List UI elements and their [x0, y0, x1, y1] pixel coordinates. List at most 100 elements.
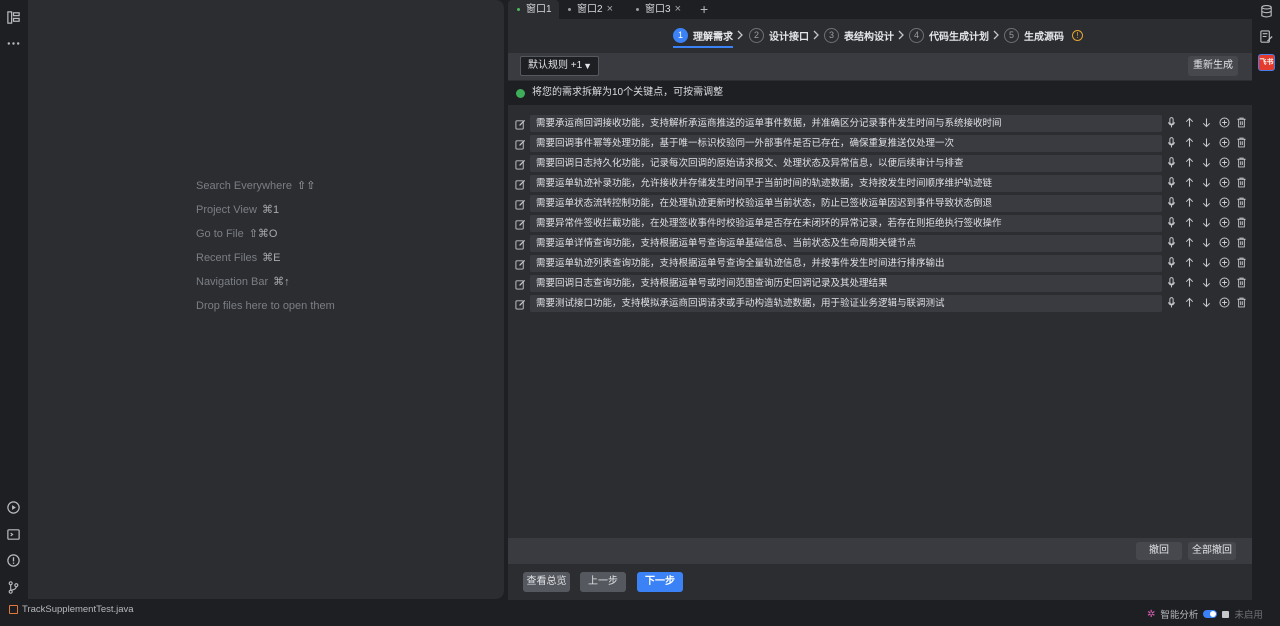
mic-icon[interactable] [1165, 296, 1179, 310]
tab-window-3[interactable]: 窗口3 × [636, 0, 681, 19]
git-branch-icon[interactable] [6, 580, 21, 595]
mic-icon[interactable] [1165, 176, 1179, 190]
status-file[interactable]: TrackSupplementTest.java [9, 604, 134, 615]
step-4[interactable]: 4 代码生成计划 [909, 24, 989, 46]
add-circle-icon[interactable] [1218, 156, 1232, 170]
add-tab-icon[interactable]: + [700, 0, 708, 18]
arrow-down-icon[interactable] [1200, 196, 1214, 210]
trash-icon[interactable] [1235, 156, 1249, 170]
undo-all-button[interactable]: 全部撤回 [1188, 542, 1236, 560]
run-icon[interactable] [6, 500, 21, 515]
edit-icon[interactable] [515, 237, 526, 250]
add-circle-icon[interactable] [1218, 116, 1232, 130]
edit-icon[interactable] [515, 277, 526, 290]
add-circle-icon[interactable] [1218, 276, 1232, 290]
step-5[interactable]: 5 生成源码 [1004, 24, 1064, 46]
arrow-down-icon[interactable] [1200, 176, 1214, 190]
arrow-down-icon[interactable] [1200, 216, 1214, 230]
trash-icon[interactable] [1235, 256, 1249, 270]
problems-icon[interactable] [6, 553, 21, 568]
next-step-button[interactable]: 下一步 [637, 572, 683, 592]
mic-icon[interactable] [1165, 116, 1179, 130]
arrow-down-icon[interactable] [1200, 296, 1214, 310]
add-circle-icon[interactable] [1218, 216, 1232, 230]
arrow-up-icon[interactable] [1183, 116, 1197, 130]
mic-icon[interactable] [1165, 256, 1179, 270]
arrow-up-icon[interactable] [1183, 216, 1197, 230]
trash-icon[interactable] [1235, 196, 1249, 210]
arrow-down-icon[interactable] [1200, 236, 1214, 250]
trash-icon[interactable] [1235, 216, 1249, 230]
notes-edit-icon[interactable] [1259, 29, 1274, 44]
mic-icon[interactable] [1165, 156, 1179, 170]
arrow-down-icon[interactable] [1200, 116, 1214, 130]
arrow-up-icon[interactable] [1183, 296, 1197, 310]
previous-step-button[interactable]: 上一步 [580, 572, 626, 592]
arrow-down-icon[interactable] [1200, 256, 1214, 270]
mic-icon[interactable] [1165, 136, 1179, 150]
arrow-up-icon[interactable] [1183, 236, 1197, 250]
ai-analysis-toggle[interactable] [1203, 610, 1218, 618]
step-1[interactable]: 1 理解需求 [673, 24, 733, 48]
requirement-text-field[interactable]: 需要运单轨迹补录功能，允许接收并存储发生时间早于当前时间的轨迹数据，支持按发生时… [530, 175, 1162, 192]
database-icon[interactable] [1259, 4, 1274, 19]
mic-icon[interactable] [1165, 196, 1179, 210]
requirement-text-field[interactable]: 需要异常件签收拦截功能，在处理签收事件时校验运单是否存在未闭环的异常记录，若存在… [530, 215, 1162, 232]
mic-icon[interactable] [1165, 236, 1179, 250]
trash-icon[interactable] [1235, 236, 1249, 250]
terminal-icon[interactable] [6, 527, 21, 542]
requirement-text-field[interactable]: 需要运单状态流转控制功能，在处理轨迹更新时校验运单当前状态，防止已签收运单因迟到… [530, 195, 1162, 212]
add-circle-icon[interactable] [1218, 236, 1232, 250]
edit-icon[interactable] [515, 117, 526, 130]
edit-icon[interactable] [515, 257, 526, 270]
trash-icon[interactable] [1235, 276, 1249, 290]
add-circle-icon[interactable] [1218, 296, 1232, 310]
tab-window-1[interactable]: 窗口1 [508, 0, 559, 19]
arrow-up-icon[interactable] [1183, 136, 1197, 150]
trash-icon[interactable] [1235, 136, 1249, 150]
arrow-up-icon[interactable] [1183, 156, 1197, 170]
step-2[interactable]: 2 设计接口 [749, 24, 809, 46]
edit-icon[interactable] [515, 177, 526, 190]
more-icon[interactable] [6, 36, 21, 51]
requirement-text-field[interactable]: 需要运单轨迹列表查询功能，支持根据运单号查询全量轨迹信息，并按事件发生时间进行排… [530, 255, 1162, 272]
info-icon[interactable]: ! [1072, 30, 1083, 41]
trash-icon[interactable] [1235, 116, 1249, 130]
arrow-down-icon[interactable] [1200, 276, 1214, 290]
add-circle-icon[interactable] [1218, 176, 1232, 190]
project-icon[interactable] [6, 10, 21, 25]
edit-icon[interactable] [515, 137, 526, 150]
requirement-text-field[interactable]: 需要承运商回调接收功能，支持解析承运商推送的运单事件数据，并准确区分记录事件发生… [530, 115, 1162, 132]
arrow-down-icon[interactable] [1200, 136, 1214, 150]
add-circle-icon[interactable] [1218, 256, 1232, 270]
requirement-text-field[interactable]: 需要回调日志查询功能，支持根据运单号或时间范围查询历史回调记录及其处理结果 [530, 275, 1162, 292]
mic-icon[interactable] [1165, 276, 1179, 290]
step-3[interactable]: 3 表结构设计 [824, 24, 894, 46]
edit-icon[interactable] [515, 217, 526, 230]
arrow-up-icon[interactable] [1183, 196, 1197, 210]
add-circle-icon[interactable] [1218, 196, 1232, 210]
trash-icon[interactable] [1235, 176, 1249, 190]
requirement-text-field[interactable]: 需要测试接口功能，支持模拟承运商回调请求或手动构造轨迹数据，用于验证业务逻辑与联… [530, 295, 1162, 312]
arrow-up-icon[interactable] [1183, 256, 1197, 270]
close-icon[interactable]: × [675, 3, 681, 15]
edit-icon[interactable] [515, 297, 526, 310]
overview-button[interactable]: 查看总览 [523, 572, 570, 592]
add-circle-icon[interactable] [1218, 136, 1232, 150]
undo-button[interactable]: 撤回 [1136, 542, 1182, 560]
requirement-text-field[interactable]: 需要回调事件幂等处理功能，基于唯一标识校验同一外部事件是否已存在，确保重复推送仅… [530, 135, 1162, 152]
mic-icon[interactable] [1165, 216, 1179, 230]
close-icon[interactable]: × [607, 3, 613, 15]
requirement-text-field[interactable]: 需要运单详情查询功能，支持根据运单号查询运单基础信息、当前状态及生命周期关键节点 [530, 235, 1162, 252]
trash-icon[interactable] [1235, 296, 1249, 310]
edit-icon[interactable] [515, 157, 526, 170]
arrow-up-icon[interactable] [1183, 176, 1197, 190]
regenerate-button[interactable]: 重新生成 [1188, 56, 1238, 76]
arrow-up-icon[interactable] [1183, 276, 1197, 290]
tab-window-2[interactable]: 窗口2 × [568, 0, 613, 19]
edit-icon[interactable] [515, 197, 526, 210]
requirement-text-field[interactable]: 需要回调日志持久化功能，记录每次回调的原始请求报文、处理状态及异常信息，以便后续… [530, 155, 1162, 172]
rule-select[interactable]: 默认规则 +1 ▼ [520, 56, 599, 76]
plugin-badge-icon[interactable]: 飞书 [1258, 54, 1275, 71]
arrow-down-icon[interactable] [1200, 156, 1214, 170]
